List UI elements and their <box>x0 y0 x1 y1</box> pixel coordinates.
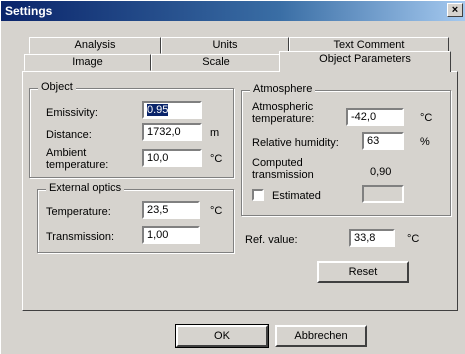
external-optics-group: External optics Temperature: 23,5 °C Tra… <box>37 182 234 253</box>
tab-units[interactable]: Units <box>161 37 289 54</box>
tab-object-parameters[interactable]: Object Parameters <box>279 51 451 72</box>
cancel-button[interactable]: Abbrechen <box>275 325 367 347</box>
tab-scale[interactable]: Scale <box>151 54 281 71</box>
estimated-label: Estimated <box>272 190 321 202</box>
computed-transmission-value: 0,90 <box>370 166 392 178</box>
settings-dialog: Settings × Analysis Units Text Comment I… <box>0 0 465 354</box>
humidity-field[interactable]: 63 <box>362 132 404 150</box>
ref-value-unit: °C <box>407 233 420 245</box>
distance-field[interactable]: 1732,0 <box>142 123 202 141</box>
emissivity-field[interactable]: 0.95 <box>142 101 202 119</box>
optics-temperature-field[interactable]: 23,5 <box>142 201 200 219</box>
tab-analysis[interactable]: Analysis <box>29 37 161 54</box>
humidity-label: Relative humidity: <box>252 137 339 149</box>
optics-temperature-label: Temperature: <box>46 206 111 218</box>
emissivity-label: Emissivity: <box>46 107 98 119</box>
emissivity-value: 0.95 <box>147 104 169 116</box>
ambient-temperature-unit: °C <box>210 153 223 165</box>
transmission-label: Transmission: <box>46 231 115 243</box>
ok-button[interactable]: OK <box>175 324 269 348</box>
distance-unit: m <box>210 127 220 139</box>
estimated-checkbox[interactable] <box>252 189 264 201</box>
ambient-temperature-label: Ambient temperature: <box>46 147 109 171</box>
close-button[interactable]: × <box>447 3 463 17</box>
atmospheric-temperature-field[interactable]: -42,0 <box>346 108 404 126</box>
computed-transmission-label: Computed transmission <box>252 157 314 181</box>
ref-value-field[interactable]: 33,8 <box>349 229 395 247</box>
external-optics-group-title: External optics <box>46 182 125 194</box>
ambient-temperature-field[interactable]: 10,0 <box>142 149 202 167</box>
transmission-field[interactable]: 1,00 <box>142 226 200 244</box>
object-group: Object Emissivity: 0.95 Distance: 1732,0… <box>29 81 234 178</box>
object-parameters-panel: Object Emissivity: 0.95 Distance: 1732,0… <box>22 71 458 311</box>
atmosphere-group: Atmosphere Atmospheric temperature: -42,… <box>241 83 451 216</box>
atmospheric-temperature-unit: °C <box>420 112 433 124</box>
atmospheric-temperature-label: Atmospheric temperature: <box>252 101 315 125</box>
atmosphere-group-title: Atmosphere <box>250 83 316 95</box>
ref-value-label: Ref. value: <box>245 234 298 246</box>
title-bar: Settings × <box>1 1 465 21</box>
humidity-unit: % <box>420 136 430 148</box>
object-group-title: Object <box>38 81 76 93</box>
reset-button[interactable]: Reset <box>317 261 409 283</box>
window-title: Settings <box>5 4 53 18</box>
optics-temperature-unit: °C <box>210 205 223 217</box>
distance-label: Distance: <box>46 129 92 141</box>
tab-image[interactable]: Image <box>24 54 151 71</box>
estimated-field <box>362 185 404 203</box>
